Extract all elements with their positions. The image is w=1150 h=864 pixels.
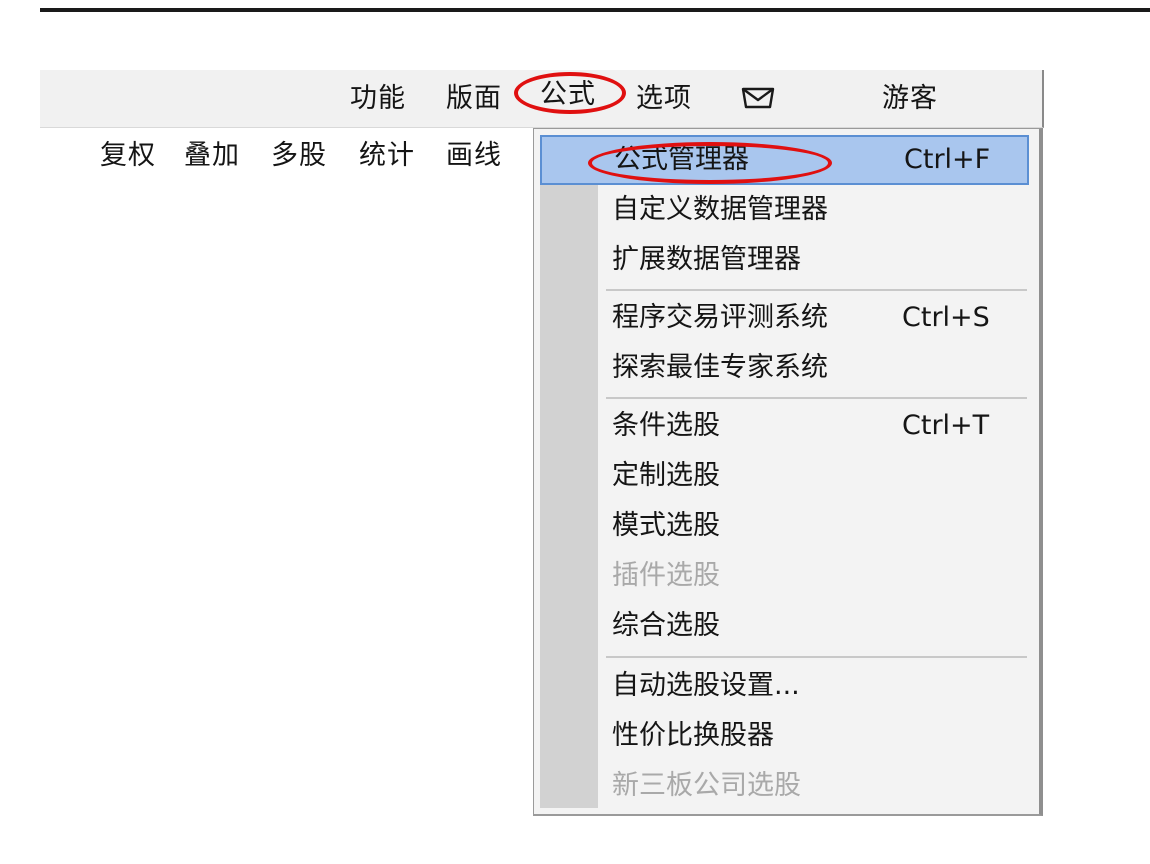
menu-item-label: 性价比换股器 [612, 720, 774, 751]
menu-separator [606, 656, 1027, 658]
menu-item-label: 插件选股 [612, 560, 720, 591]
formula-dropdown-menu: 公式管理器 Ctrl+F 自定义数据管理器 扩展数据管理器 程序交易评测系统 C… [533, 128, 1043, 816]
menu-item-label: 模式选股 [612, 510, 720, 541]
menu-item-plugin-screening: 插件选股 [540, 551, 1029, 601]
menu-item-shortcut: Ctrl+F [904, 144, 991, 175]
envelope-icon[interactable] [740, 86, 776, 110]
menu-item-formula-manager[interactable]: 公式管理器 Ctrl+F [540, 135, 1029, 185]
menu-item-function[interactable]: 功能 [350, 70, 406, 128]
menu-item-label: 公式管理器 [614, 144, 749, 175]
menu-item-comprehensive-screening[interactable]: 综合选股 [540, 601, 1029, 651]
menu-item-auto-screening-settings[interactable]: 自动选股设置... [540, 661, 1029, 711]
menu-item-options[interactable]: 选项 [636, 70, 692, 128]
menu-item-layout[interactable]: 版面 [446, 70, 502, 128]
toolbar-item-overlay[interactable]: 叠加 [184, 132, 240, 180]
menu-item-expert-system[interactable]: 探索最佳专家系统 [540, 343, 1029, 393]
menu-item-label: 定制选股 [612, 460, 720, 491]
menu-item-shortcut: Ctrl+S [902, 302, 990, 333]
toolbar-item-restore-rights[interactable]: 复权 [100, 132, 156, 180]
toolbar-item-draw-line[interactable]: 画线 [446, 132, 502, 180]
menu-item-condition-screening[interactable]: 条件选股 Ctrl+T [540, 401, 1029, 451]
menu-item-custom-screening[interactable]: 定制选股 [540, 451, 1029, 501]
menu-item-label: 自动选股设置... [612, 670, 800, 701]
user-guest-label[interactable]: 游客 [882, 70, 938, 128]
toolbar-item-multi-stock[interactable]: 多股 [271, 132, 327, 180]
menu-item-shortcut: Ctrl+T [902, 410, 990, 441]
menu-item-label: 自定义数据管理器 [612, 194, 828, 225]
menu-separator [606, 289, 1027, 291]
menu-item-neeq-company-screening: 新三板公司选股 [540, 761, 1029, 811]
menu-item-program-trading-evaluation[interactable]: 程序交易评测系统 Ctrl+S [540, 293, 1029, 343]
menu-item-label: 条件选股 [612, 410, 720, 441]
top-border-line [40, 8, 1150, 12]
menu-item-custom-data-manager[interactable]: 自定义数据管理器 [540, 185, 1029, 235]
menu-item-value-stock-switcher[interactable]: 性价比换股器 [540, 711, 1029, 761]
toolbar-item-statistics[interactable]: 统计 [359, 132, 415, 180]
menu-item-extended-data-manager[interactable]: 扩展数据管理器 [540, 235, 1029, 285]
menu-separator [606, 397, 1027, 399]
menu-item-formula[interactable]: 公式 [540, 66, 596, 124]
menu-item-label: 探索最佳专家系统 [612, 352, 828, 383]
menu-item-label: 扩展数据管理器 [612, 244, 801, 275]
menu-item-label: 程序交易评测系统 [612, 302, 828, 333]
menu-item-pattern-screening[interactable]: 模式选股 [540, 501, 1029, 551]
menu-item-label: 综合选股 [612, 610, 720, 641]
menu-item-label: 新三板公司选股 [612, 770, 801, 801]
